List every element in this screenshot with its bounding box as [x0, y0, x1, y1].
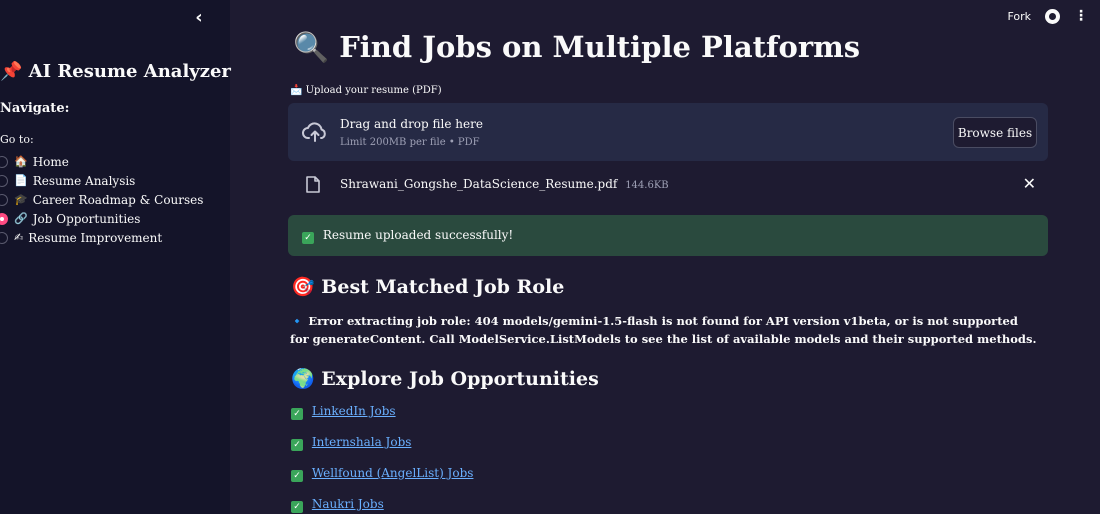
file-name: Shrawani_Gongshe_DataScience_Resume.pdf … [340, 177, 669, 191]
explore-heading: 🌍 Explore Job Opportunities [291, 367, 599, 390]
home-icon: 🏠 [14, 155, 28, 168]
nav-item-label: Home [32, 154, 69, 169]
fork-button[interactable]: Fork [1007, 10, 1031, 23]
check-icon: ✓ [291, 501, 303, 513]
list-item: ✓ Internshala Jobs [291, 435, 473, 466]
nav-radio-group: 🏠 Home 📄 Resume Analysis 🎓 Career Roadma… [0, 152, 203, 247]
goto-label: Go to: [0, 133, 34, 146]
file-dropzone[interactable]: Drag and drop file here Limit 200MB per … [288, 103, 1048, 161]
file-name-text: Shrawani_Gongshe_DataScience_Resume.pdf [340, 177, 618, 191]
diamond-bullet-icon: 🔹 [290, 314, 305, 328]
internshala-jobs-link[interactable]: Internshala Jobs [312, 435, 412, 449]
uploaded-file-row: Shrawani_Gongshe_DataScience_Resume.pdf … [288, 171, 1048, 199]
dropzone-instruction: Drag and drop file here [340, 117, 483, 131]
radio-icon[interactable] [0, 231, 8, 244]
dropzone-limit: Limit 200MB per file • PDF [340, 137, 480, 148]
globe-icon: 🌍 [291, 368, 315, 390]
success-alert: ✓ Resume uploaded successfully! [288, 215, 1048, 256]
github-icon[interactable] [1045, 8, 1060, 24]
nav-item-label: Career Roadmap & Courses [32, 192, 204, 207]
top-toolbar: Fork ⋮ [1007, 8, 1088, 24]
collapse-sidebar-icon[interactable]: ‹ [189, 8, 209, 28]
radio-icon[interactable] [0, 155, 8, 168]
list-item: ✓ Naukri Jobs [291, 497, 473, 514]
nav-item-label: Job Opportunities [32, 211, 141, 226]
sidebar: ‹ 📌 AI Resume Analyzer Navigate: Go to: … [0, 0, 231, 514]
radio-icon[interactable] [0, 174, 8, 187]
check-icon: ✓ [291, 439, 303, 451]
browse-files-button[interactable]: Browse files [953, 117, 1037, 148]
nav-item-resume-improvement[interactable]: ✍ Resume Improvement [0, 228, 203, 247]
page-title: 🔍 Find Jobs on Multiple Platforms [293, 30, 861, 64]
naukri-jobs-link[interactable]: Naukri Jobs [312, 497, 384, 511]
main-menu-icon[interactable]: ⋮ [1074, 8, 1088, 24]
nav-item-label: Resume Improvement [28, 230, 163, 245]
check-icon: ✓ [302, 232, 314, 244]
list-item: ✓ Wellfound (AngelList) Jobs [291, 466, 473, 497]
app-title: 📌 AI Resume Analyzer [0, 61, 231, 82]
document-icon: 📄 [14, 174, 28, 187]
linkedin-jobs-link[interactable]: LinkedIn Jobs [312, 404, 396, 418]
remove-file-icon[interactable]: ✕ [1023, 174, 1036, 193]
target-icon: 🎯 [291, 276, 315, 298]
nav-item-resume-analysis[interactable]: 📄 Resume Analysis [0, 171, 203, 190]
nav-item-job-opportunities[interactable]: 🔗 Job Opportunities [0, 209, 203, 228]
nav-item-label: Resume Analysis [32, 173, 136, 188]
nav-heading: Navigate: [0, 101, 70, 116]
best-role-heading: 🎯 Best Matched Job Role [291, 275, 564, 298]
job-role-error-text: Error extracting job role: 404 models/ge… [290, 314, 1037, 346]
success-text: Resume uploaded successfully! [322, 228, 514, 242]
wellfound-jobs-link[interactable]: Wellfound (AngelList) Jobs [312, 466, 474, 480]
list-item: ✓ LinkedIn Jobs [291, 404, 473, 435]
upload-label: 📩 Upload your resume (PDF) [290, 85, 442, 96]
radio-icon[interactable] [0, 193, 8, 206]
job-role-error: 🔹 Error extracting job role: 404 models/… [290, 312, 1040, 348]
nav-item-home[interactable]: 🏠 Home [0, 152, 203, 171]
cloud-upload-icon [302, 122, 326, 142]
writing-hand-icon: ✍ [14, 231, 24, 244]
radio-selected-icon[interactable] [0, 212, 8, 225]
best-role-heading-text: Best Matched Job Role [321, 276, 565, 298]
file-size: 144.6KB [625, 180, 669, 191]
file-icon [306, 176, 320, 193]
nav-item-career-roadmap[interactable]: 🎓 Career Roadmap & Courses [0, 190, 203, 209]
check-icon: ✓ [291, 408, 303, 420]
check-icon: ✓ [291, 470, 303, 482]
explore-heading-text: Explore Job Opportunities [321, 368, 599, 390]
job-links-list: ✓ LinkedIn Jobs ✓ Internshala Jobs ✓ Wel… [291, 404, 473, 514]
success-message: ✓ Resume uploaded successfully! [302, 228, 513, 244]
graduation-cap-icon: 🎓 [14, 193, 28, 206]
link-icon: 🔗 [14, 212, 28, 225]
